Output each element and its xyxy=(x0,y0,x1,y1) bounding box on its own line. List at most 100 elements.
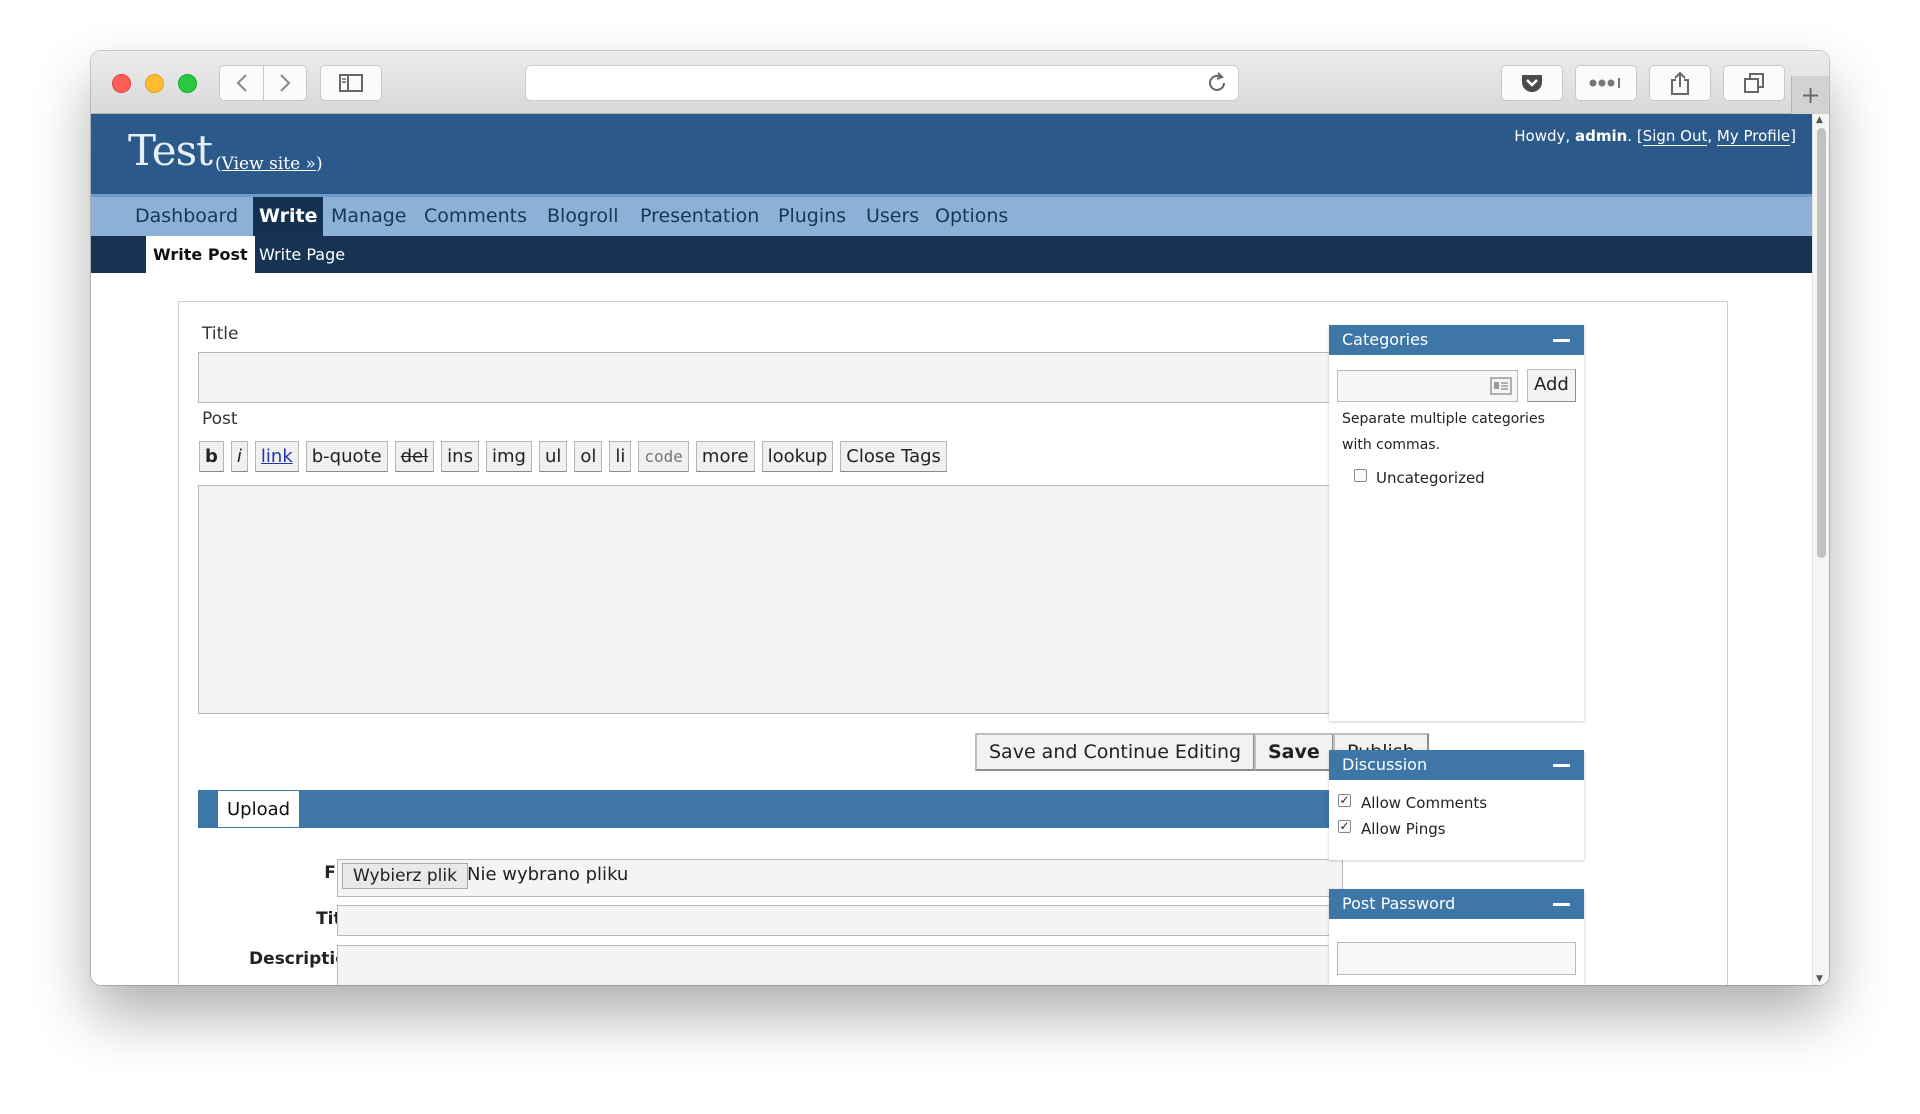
close-window-button[interactable] xyxy=(112,74,131,93)
address-bar[interactable] xyxy=(525,65,1239,101)
quicktag-italic-button[interactable]: i xyxy=(230,441,248,472)
quicktag-blockquote-button[interactable]: b-quote xyxy=(305,441,388,472)
menu-item-manage[interactable]: Manage xyxy=(331,197,406,236)
write-post-form: Title Post b i link b-quote del ins img … xyxy=(178,301,1728,985)
upload-title-input[interactable] xyxy=(337,905,1343,936)
reload-icon xyxy=(1209,72,1225,91)
user-info: Howdy, admin. [Sign Out, My Profile] xyxy=(1514,127,1796,146)
menu-item-users[interactable]: Users xyxy=(866,197,919,236)
post-password-box: Post Password xyxy=(1329,889,1584,985)
add-category-button[interactable]: Add xyxy=(1527,369,1576,402)
quicktag-more-button[interactable]: more xyxy=(695,441,755,472)
categories-box: Categories Add Separate multiple categor… xyxy=(1329,325,1584,721)
allow-pings-label: Allow Pings xyxy=(1361,820,1446,838)
category-uncategorized-checkbox[interactable] xyxy=(1354,469,1367,482)
quicktag-del-button[interactable]: del xyxy=(394,441,435,472)
discussion-title: Discussion xyxy=(1342,755,1428,774)
share-icon xyxy=(1671,71,1689,95)
menu-item-plugins[interactable]: Plugins xyxy=(778,197,846,236)
username: admin xyxy=(1574,127,1628,145)
quicktag-img-button[interactable]: img xyxy=(485,441,532,472)
choose-file-button[interactable]: Wybierz plik xyxy=(342,863,468,889)
menu-item-comments[interactable]: Comments xyxy=(424,197,527,236)
sign-out-link[interactable]: Sign Out xyxy=(1642,127,1708,146)
zoom-window-button[interactable] xyxy=(178,74,197,93)
browser-window: + Test (View site ») Howdy, admin. [Sign… xyxy=(91,51,1829,985)
quicktag-li-button[interactable]: li xyxy=(609,441,632,472)
menu-item-presentation[interactable]: Presentation xyxy=(640,197,759,236)
categories-hint-line-2: with commas. xyxy=(1342,437,1441,453)
extensions-button[interactable] xyxy=(1575,65,1637,101)
collapse-icon[interactable] xyxy=(1553,903,1570,906)
page-viewport: Test (View site ») Howdy, admin. [Sign O… xyxy=(91,114,1829,985)
tabs-icon xyxy=(1744,73,1764,93)
my-profile-link[interactable]: My Profile xyxy=(1716,127,1791,146)
save-continue-button[interactable]: Save and Continue Editing xyxy=(975,733,1256,771)
new-category-input[interactable] xyxy=(1337,370,1518,402)
forward-button[interactable] xyxy=(263,65,307,101)
main-menu: Dashboard Write Manage Comments Blogroll… xyxy=(91,194,1812,236)
pocket-button[interactable] xyxy=(1501,65,1563,101)
minimize-window-button[interactable] xyxy=(145,74,164,93)
scroll-up-icon[interactable]: ▲ xyxy=(1816,115,1823,125)
reload-button[interactable] xyxy=(1206,72,1228,98)
categories-hint-line-1: Separate multiple categories xyxy=(1342,411,1545,427)
howdy-text: Howdy, xyxy=(1514,127,1571,145)
more-dots-icon xyxy=(1589,78,1620,88)
sidebar-toggle-button[interactable] xyxy=(320,65,382,101)
collapse-icon[interactable] xyxy=(1553,339,1570,342)
share-button[interactable] xyxy=(1649,65,1711,101)
upload-description-label: Description xyxy=(249,949,359,969)
quicktag-bold-button[interactable]: b xyxy=(199,441,224,472)
allow-comments-label: Allow Comments xyxy=(1361,794,1488,812)
menu-item-options[interactable]: Options xyxy=(935,197,1008,236)
history-navigation xyxy=(219,65,307,101)
plus-icon: + xyxy=(1800,81,1821,109)
quicktag-ins-button[interactable]: ins xyxy=(441,441,479,472)
save-button[interactable]: Save xyxy=(1254,733,1334,771)
collapse-icon[interactable] xyxy=(1553,764,1570,767)
view-site-link[interactable]: (View site ») xyxy=(215,154,323,174)
upload-tabs-bar: Upload xyxy=(198,790,1411,828)
contact-card-icon xyxy=(1490,377,1512,395)
file-input[interactable]: Wybierz plik Nie wybrano pliku xyxy=(337,859,1343,897)
chevron-left-icon xyxy=(236,74,247,92)
title-label: Title xyxy=(202,324,239,344)
title-input[interactable] xyxy=(198,352,1413,403)
post-content-textarea[interactable] xyxy=(198,485,1411,714)
quicktag-code-button[interactable]: code xyxy=(638,441,689,472)
upload-description-textarea[interactable] xyxy=(337,945,1343,985)
submenu-item-write-page[interactable]: Write Page xyxy=(259,236,345,273)
submenu-item-write-post[interactable]: Write Post xyxy=(146,236,255,276)
post-password-input[interactable] xyxy=(1337,942,1576,975)
menu-item-dashboard[interactable]: Dashboard xyxy=(135,197,238,236)
pocket-icon xyxy=(1522,75,1542,92)
quicktag-lookup-button[interactable]: lookup xyxy=(761,441,834,472)
upload-tab[interactable]: Upload xyxy=(218,791,300,827)
sidebar-icon xyxy=(339,74,363,92)
page-scrollbar[interactable]: ▲ ▼ xyxy=(1812,114,1829,985)
allow-comments-checkbox[interactable]: ✓ xyxy=(1338,794,1351,807)
quicktag-close-tags-button[interactable]: Close Tags xyxy=(840,441,947,472)
categories-header[interactable]: Categories xyxy=(1329,325,1584,355)
show-tabs-button[interactable] xyxy=(1723,65,1785,101)
scrollbar-thumb[interactable] xyxy=(1817,128,1826,558)
new-tab-button[interactable]: + xyxy=(1791,76,1829,114)
menu-item-write[interactable]: Write xyxy=(253,197,324,236)
menu-item-blogroll[interactable]: Blogroll xyxy=(547,197,619,236)
discussion-header[interactable]: Discussion xyxy=(1329,750,1584,780)
scroll-down-icon[interactable]: ▼ xyxy=(1816,974,1823,984)
back-button[interactable] xyxy=(219,65,263,101)
quicktag-ul-button[interactable]: ul xyxy=(538,441,568,472)
site-title: Test xyxy=(128,126,213,175)
sub-menu: Write Post Write Page xyxy=(91,236,1812,276)
admin-header: Test (View site ») Howdy, admin. [Sign O… xyxy=(91,114,1812,194)
allow-pings-checkbox[interactable]: ✓ xyxy=(1338,820,1351,833)
categories-title: Categories xyxy=(1342,330,1429,349)
quicktag-link-button[interactable]: link xyxy=(254,441,299,472)
quicktag-ol-button[interactable]: ol xyxy=(574,441,603,472)
post-label: Post xyxy=(202,409,238,429)
post-password-header[interactable]: Post Password xyxy=(1329,889,1584,919)
post-password-title: Post Password xyxy=(1342,894,1456,913)
chevron-right-icon xyxy=(280,74,291,92)
